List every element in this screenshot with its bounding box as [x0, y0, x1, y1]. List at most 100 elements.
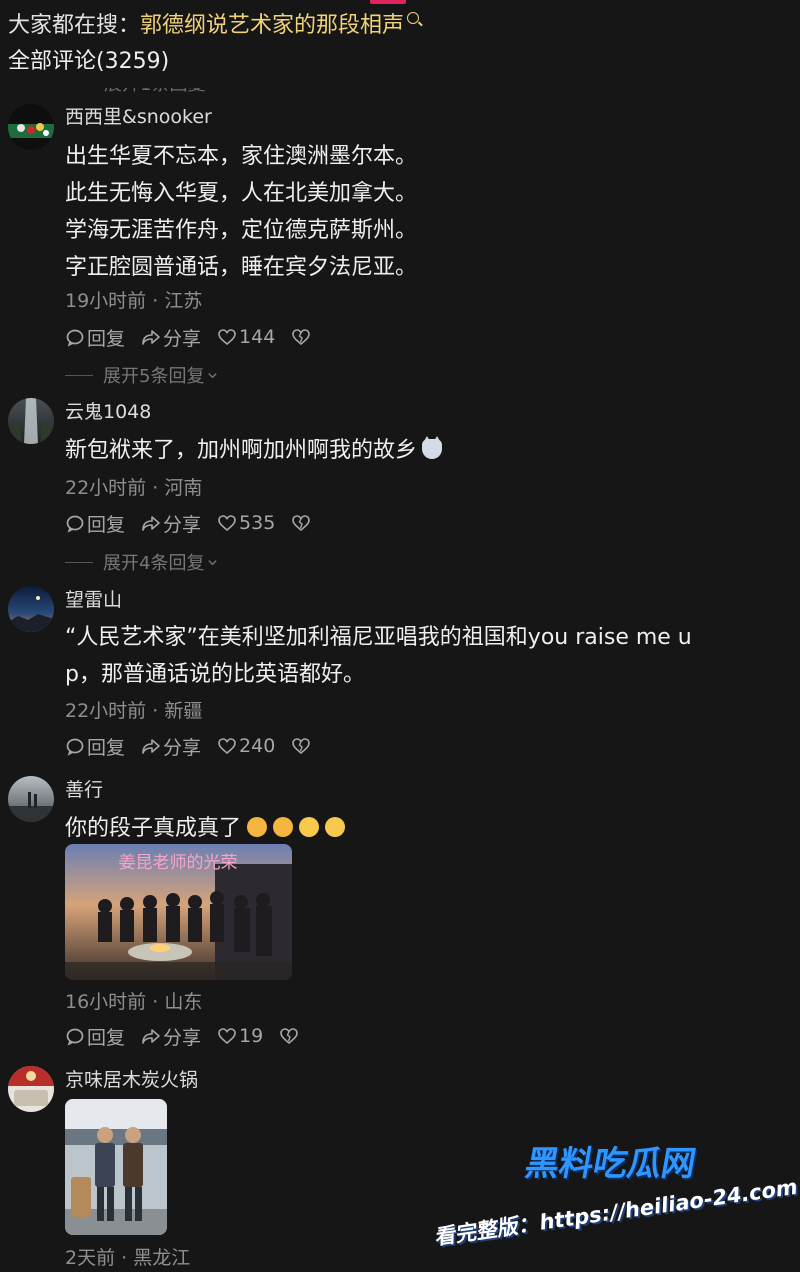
comment-text-line: 字正腔圆普通话，睡在宾夕法尼亚。 — [65, 255, 418, 280]
divider-line — [65, 561, 93, 563]
comment-actions: 回复 分享 240 — [65, 732, 329, 760]
like-count: 535 — [239, 512, 276, 534]
share-icon — [142, 1029, 160, 1044]
expand-replies-button[interactable]: 展开5条回复 — [65, 363, 218, 387]
broken-heart-icon — [292, 515, 311, 532]
comment-location: 黑龙江 — [133, 1247, 191, 1269]
comment-actions: 回复 分享 144 — [65, 323, 329, 351]
heart-icon — [218, 738, 236, 755]
comment-image[interactable]: 姜昆老师的光荣 — [65, 844, 292, 980]
reply-label: 回复 — [87, 1026, 126, 1049]
reply-button[interactable]: 回复 — [65, 733, 125, 760]
comment-username[interactable]: 善行 — [65, 778, 103, 802]
chevron-down-icon — [208, 559, 218, 565]
comment-text-line: 此生无悔入华夏，人在北美加拿大。 — [65, 181, 418, 206]
search-suggestion-bar: 大家都在搜：郭德纲说艺术家的那段相声 全部评论(3259) — [0, 0, 800, 88]
meta-separator: · — [146, 477, 165, 499]
comment-text-content: 你的段子真成真了 — [65, 816, 242, 841]
share-button[interactable]: 分享 — [141, 733, 201, 760]
comment-text-line: 新包袱来了，加州啊加州啊我的故乡 — [65, 432, 785, 469]
wolf-emoji-icon — [422, 436, 443, 459]
like-count: 240 — [239, 735, 276, 757]
comment-meta: 22小时前 · 新疆 — [65, 699, 202, 723]
comment-text-line: 你的段子真成真了 — [65, 810, 785, 847]
meta-separator: · — [146, 991, 165, 1013]
comment-time: 16小时前 — [65, 991, 147, 1013]
top-accent-bar — [370, 0, 406, 4]
comment-location: 山东 — [164, 991, 203, 1013]
watermark-logo: 黑料吃瓜网 — [521, 1144, 699, 1184]
meta-separator: · — [146, 700, 165, 722]
dislike-button[interactable] — [279, 1026, 301, 1046]
avatar[interactable] — [8, 1066, 54, 1112]
expand-replies-label: 展开4条回复 — [103, 553, 205, 574]
share-button[interactable]: 分享 — [141, 510, 201, 537]
comment-location: 河南 — [164, 477, 203, 499]
reply-icon — [66, 738, 84, 756]
like-button[interactable]: 19 — [217, 1025, 263, 1047]
search-term-link[interactable]: 郭德纲说艺术家的那段相声 — [140, 13, 404, 38]
comment-username[interactable]: 望雷山 — [65, 588, 122, 612]
travel-photo-image — [65, 1099, 167, 1235]
thumbs-up-emoji-icon — [247, 817, 268, 837]
share-button[interactable]: 分享 — [141, 324, 201, 351]
like-count: 144 — [239, 326, 276, 348]
comment-meta: 2天前 · 黑龙江 — [65, 1246, 190, 1270]
meta-separator: · — [146, 290, 165, 312]
avatar[interactable] — [8, 104, 54, 150]
comment-actions: 回复 分享 19 — [65, 1022, 317, 1050]
comment-username[interactable]: 云鬼1048 — [65, 400, 151, 424]
comment-location: 江苏 — [164, 290, 203, 312]
comment-meta: 22小时前 · 河南 — [65, 476, 202, 500]
heart-icon — [218, 1028, 236, 1045]
comment-time: 22小时前 — [65, 700, 147, 722]
comment-username[interactable]: 京味居木炭火锅 — [65, 1068, 198, 1092]
comment-username[interactable]: 西西里&snooker — [65, 105, 212, 129]
comment-text-line: 出生华夏不忘本，家住澳洲墨尔本。 — [65, 144, 418, 169]
like-count: 19 — [239, 1025, 264, 1047]
reply-button[interactable]: 回复 — [65, 324, 125, 351]
comment-text-line: “人民艺术家”在美利坚加利福尼亚唱我的祖国和you raise me u — [65, 625, 692, 650]
share-icon — [142, 516, 160, 531]
broken-heart-icon — [292, 738, 311, 755]
expand-replies-button[interactable]: 展开4条回复 — [65, 550, 218, 574]
like-button[interactable]: 144 — [217, 326, 275, 348]
like-button[interactable]: 240 — [217, 735, 275, 757]
laughing-emoji-icon — [299, 817, 320, 837]
heart-icon — [218, 329, 236, 346]
avatar[interactable] — [8, 398, 54, 444]
search-icon[interactable] — [407, 12, 420, 24]
watermark-overlay: 黑料吃瓜网 看完整版：https://heiliao-24.com — [430, 1128, 800, 1258]
reply-button[interactable]: 回复 — [65, 510, 125, 537]
share-button[interactable]: 分享 — [141, 1023, 201, 1050]
share-label: 分享 — [163, 513, 202, 536]
comment-actions: 回复 分享 535 — [65, 509, 329, 537]
comment-text: 新包袱来了，加州啊加州啊我的故乡 — [65, 432, 785, 469]
reply-label: 回复 — [87, 736, 126, 759]
comment-image[interactable] — [65, 1099, 167, 1235]
reply-button[interactable]: 回复 — [65, 1023, 125, 1050]
avatar[interactable] — [8, 586, 54, 632]
dislike-button[interactable] — [291, 513, 313, 533]
share-label: 分享 — [163, 327, 202, 350]
comments-count-title: 全部评论(3259) — [8, 49, 170, 74]
broken-heart-icon — [292, 329, 311, 346]
comment-text-line: 学海无涯苦作舟，定位德克萨斯州。 — [65, 218, 418, 243]
dislike-button[interactable] — [291, 736, 313, 756]
like-button[interactable]: 535 — [217, 512, 275, 534]
comment-meta: 19小时前 · 江苏 — [65, 289, 202, 313]
share-label: 分享 — [163, 736, 202, 759]
reply-icon — [66, 329, 84, 347]
avatar[interactable] — [8, 776, 54, 822]
dislike-button[interactable] — [291, 327, 313, 347]
heart-icon — [218, 515, 236, 532]
divider-line — [65, 374, 93, 376]
broken-heart-icon — [280, 1028, 299, 1045]
share-icon — [142, 330, 160, 345]
comment-text-content: 新包袱来了，加州啊加州啊我的故乡 — [65, 438, 418, 463]
reply-label: 回复 — [87, 327, 126, 350]
reply-icon — [66, 1028, 84, 1046]
share-icon — [142, 739, 160, 754]
comment-meta: 16小时前 · 山东 — [65, 990, 202, 1014]
search-suggestion[interactable]: 大家都在搜：郭德纲说艺术家的那段相声 — [8, 12, 420, 40]
